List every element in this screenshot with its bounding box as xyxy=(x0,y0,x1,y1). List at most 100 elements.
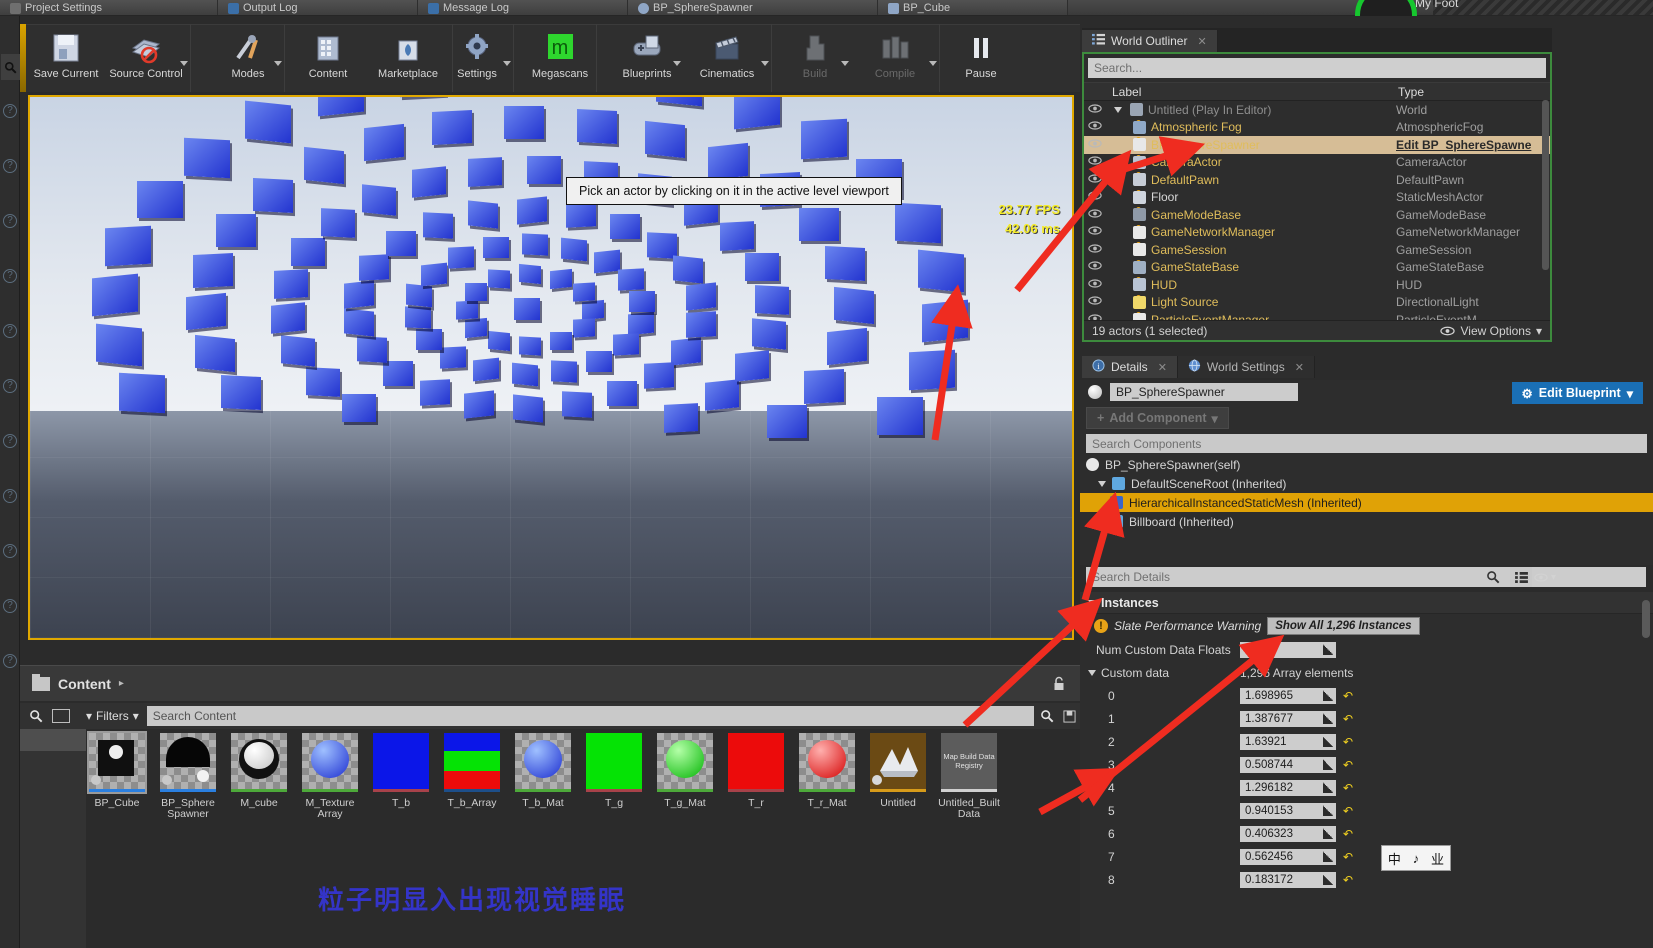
help-icon[interactable]: ? xyxy=(3,324,17,338)
column-label[interactable]: Label xyxy=(1084,83,1394,100)
help-icon[interactable]: ? xyxy=(3,214,17,228)
reset-to-default-icon[interactable]: ↶ xyxy=(1343,758,1353,772)
lock-icon[interactable] xyxy=(1052,676,1066,692)
outliner-search-input[interactable]: Search... xyxy=(1088,58,1546,78)
help-icon[interactable]: ? xyxy=(3,599,17,613)
expander-icon[interactable] xyxy=(1114,107,1122,113)
breadcrumb-arrow-icon[interactable]: ▸ xyxy=(119,678,124,689)
visibility-toggle-icon[interactable] xyxy=(1084,226,1106,238)
view-options-button[interactable]: View Options ▾ xyxy=(1440,324,1542,338)
custom-data-value-field[interactable]: 0.940153 xyxy=(1240,803,1336,819)
source-control-button[interactable]: Source Control xyxy=(102,24,190,92)
show-all-instances-button[interactable]: Show All 1,296 Instances xyxy=(1267,617,1419,635)
modes-button[interactable]: Modes xyxy=(212,24,284,92)
help-icon[interactable]: ? xyxy=(3,269,17,283)
marketplace-button[interactable]: Marketplace xyxy=(364,24,452,92)
settings-button[interactable]: Settings xyxy=(441,24,513,92)
custom-data-value-field[interactable]: 0.183172 xyxy=(1240,872,1336,888)
pause-button[interactable]: Pause xyxy=(945,24,1017,92)
tab-details[interactable]: i Details ✕ xyxy=(1082,356,1178,378)
expander-icon[interactable] xyxy=(1088,600,1096,606)
asset-item[interactable]: T_r_Mat xyxy=(796,731,858,946)
outliner-row[interactable]: GameStateBaseGameStateBase xyxy=(1084,259,1550,277)
close-icon[interactable]: ✕ xyxy=(1197,35,1206,48)
custom-data-value-field[interactable]: 1.296182 xyxy=(1240,780,1336,796)
actor-name-field[interactable]: BP_SphereSpawner xyxy=(1110,383,1298,401)
search-icon[interactable] xyxy=(1036,705,1058,727)
build-button[interactable]: Build xyxy=(779,24,851,92)
outliner-row[interactable]: Atmospheric FogAtmosphericFog xyxy=(1084,119,1550,137)
visibility-toggle-icon[interactable] xyxy=(1084,209,1106,221)
outliner-scrollbar[interactable] xyxy=(1542,100,1549,270)
outliner-row[interactable]: GameNetworkManagerGameNetworkManager xyxy=(1084,224,1550,242)
asset-item[interactable]: Untitled xyxy=(867,731,929,946)
chevron-down-icon[interactable] xyxy=(929,61,937,66)
ime-indicator[interactable]: 中 ♪ 业 xyxy=(1381,845,1451,871)
edit-blueprint-button[interactable]: ⚙ Edit Blueprint ▾ xyxy=(1512,382,1643,404)
details-search-input[interactable]: Search Details xyxy=(1086,567,1646,587)
outliner-row[interactable]: BP_SphereSpawnerEdit BP_SphereSpawne xyxy=(1084,136,1550,154)
chevron-down-icon[interactable] xyxy=(673,61,681,66)
custom-data-value-field[interactable]: 0.562456 xyxy=(1240,849,1336,865)
help-icon[interactable]: ? xyxy=(3,159,17,173)
asset-item[interactable]: BP_Cube xyxy=(86,731,148,946)
stepper-icon[interactable] xyxy=(1323,736,1333,747)
visibility-toggle-icon[interactable] xyxy=(1084,261,1106,273)
close-icon[interactable]: ✕ xyxy=(1295,361,1304,374)
compile-button[interactable]: Compile xyxy=(851,24,939,92)
search-icon[interactable] xyxy=(1482,567,1504,587)
visibility-toggle-icon[interactable] xyxy=(1084,174,1106,186)
tree-selected-row[interactable] xyxy=(20,729,86,751)
stepper-icon[interactable] xyxy=(1323,782,1333,793)
tab-world-outliner[interactable]: World Outliner ✕ xyxy=(1082,30,1218,52)
stepper-icon[interactable] xyxy=(1323,851,1333,862)
asset-item[interactable]: T_g_Mat xyxy=(654,731,716,946)
asset-item[interactable]: BP_Sphere Spawner xyxy=(157,731,219,946)
stepper-icon[interactable] xyxy=(1323,644,1333,655)
outliner-row[interactable]: Light SourceDirectionalLight xyxy=(1084,294,1550,312)
megascans-button[interactable]: m Megascans xyxy=(524,24,596,92)
window-tab[interactable]: BP_SphereSpawner xyxy=(628,0,878,16)
search-icon[interactable] xyxy=(20,703,52,729)
num-custom-data-floats-field[interactable]: 1 xyxy=(1240,642,1336,658)
view-list-icon[interactable] xyxy=(52,709,70,723)
details-view-grid-button[interactable] xyxy=(1510,567,1532,587)
stepper-icon[interactable] xyxy=(1323,828,1333,839)
visibility-toggle-icon[interactable] xyxy=(1084,244,1106,256)
help-icon[interactable]: ? xyxy=(3,379,17,393)
custom-data-value-field[interactable]: 1.63921 xyxy=(1240,734,1336,750)
window-tab[interactable]: BP_Cube xyxy=(878,0,1068,16)
visibility-toggle-icon[interactable] xyxy=(1084,191,1106,203)
outliner-row[interactable]: GameModeBaseGameModeBase xyxy=(1084,206,1550,224)
help-icon[interactable]: ? xyxy=(3,104,17,118)
custom-data-value-field[interactable]: 0.406323 xyxy=(1240,826,1336,842)
window-tab[interactable]: Output Log xyxy=(218,0,418,16)
visibility-toggle-icon[interactable] xyxy=(1084,156,1106,168)
property-label[interactable]: Custom data xyxy=(1080,666,1240,680)
chevron-down-icon[interactable] xyxy=(274,61,282,66)
component-row[interactable]: HierarchicalInstancedStaticMesh (Inherit… xyxy=(1080,493,1653,512)
visibility-toggle-icon[interactable] xyxy=(1084,121,1106,133)
stepper-icon[interactable] xyxy=(1323,713,1333,724)
chevron-down-icon[interactable] xyxy=(503,61,511,66)
outliner-row[interactable]: FloorStaticMeshActor xyxy=(1084,189,1550,207)
details-scrollbar[interactable] xyxy=(1642,600,1650,638)
reset-to-default-icon[interactable]: ↶ xyxy=(1343,781,1353,795)
component-row[interactable]: Billboard (Inherited) xyxy=(1080,512,1653,531)
search-icon[interactable] xyxy=(1,54,20,80)
stepper-icon[interactable] xyxy=(1323,805,1333,816)
component-search-input[interactable]: Search Components xyxy=(1086,434,1647,453)
stepper-icon[interactable] xyxy=(1323,874,1333,885)
instances-section-header[interactable]: Instances xyxy=(1080,592,1653,614)
visibility-toggle-icon[interactable] xyxy=(1084,104,1106,116)
window-tab[interactable]: Message Log xyxy=(418,0,628,16)
reset-to-default-icon[interactable]: ↶ xyxy=(1343,689,1353,703)
outliner-row[interactable]: CameraActorCameraActor xyxy=(1084,154,1550,172)
reset-to-default-icon[interactable]: ↶ xyxy=(1343,804,1353,818)
expander-icon[interactable] xyxy=(1088,670,1096,676)
filters-button[interactable]: ▾ Filters ▾ xyxy=(78,706,147,726)
component-row[interactable]: DefaultSceneRoot (Inherited) xyxy=(1080,474,1653,493)
reset-to-default-icon[interactable]: ↶ xyxy=(1343,873,1353,887)
blueprints-button[interactable]: Blueprints xyxy=(611,24,683,92)
expander-icon[interactable] xyxy=(1098,481,1106,487)
